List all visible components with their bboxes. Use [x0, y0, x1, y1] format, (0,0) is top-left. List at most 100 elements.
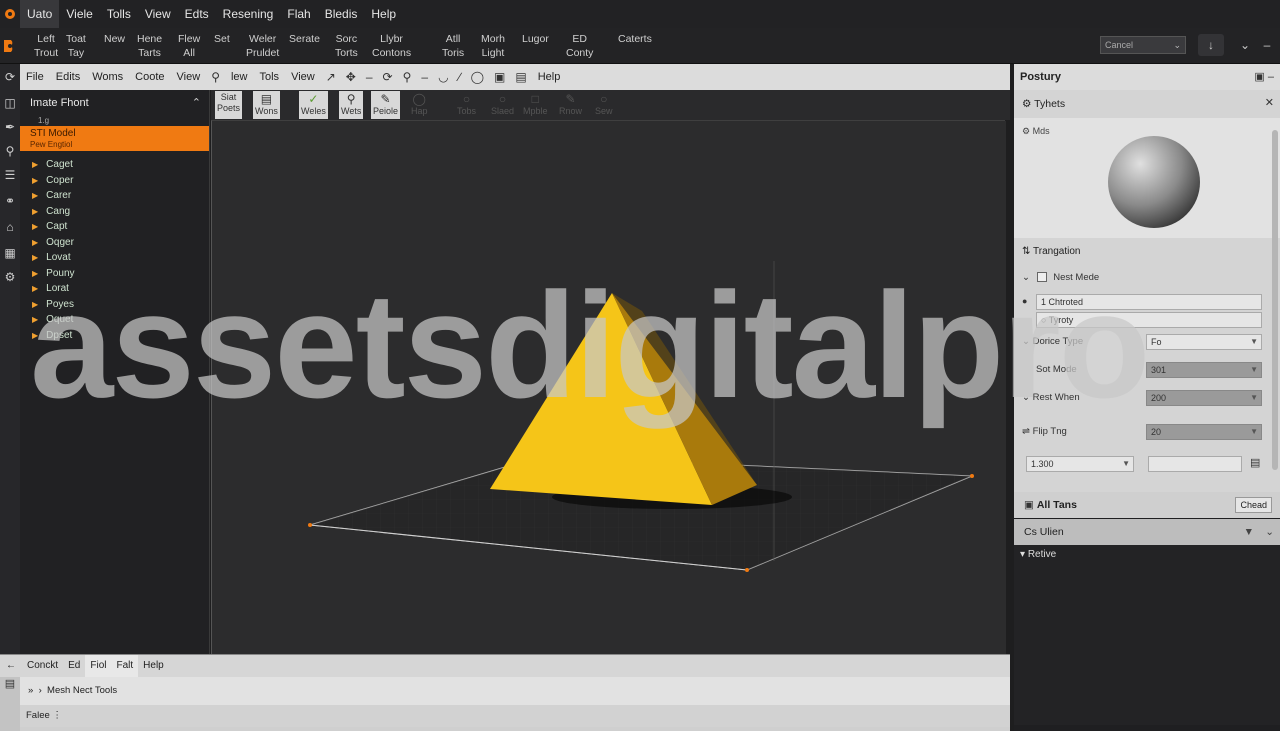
toolbar-toat-tay[interactable]: Toat Tay	[66, 32, 86, 60]
expand-arrow-icon[interactable]: ▶	[32, 160, 38, 169]
tool-siat-poets[interactable]: Siat Poets	[215, 91, 243, 119]
link-icon[interactable]: ⚭	[0, 192, 20, 210]
lock-icon[interactable]: ▣	[489, 70, 510, 84]
tool-sew[interactable]: ○ Sew	[595, 92, 613, 117]
menu-view[interactable]: View	[138, 0, 178, 28]
toolbar-morh-light[interactable]: Morh Light	[481, 32, 505, 60]
menu-edts[interactable]: Edts	[178, 0, 216, 28]
toolbar-new[interactable]: New	[104, 32, 125, 46]
outliner-item[interactable]: ▶ Capt	[20, 219, 209, 235]
minus-icon[interactable]: –	[416, 70, 433, 84]
tool-slaed[interactable]: ○ Slaed	[491, 92, 514, 117]
expand-arrow-icon[interactable]: ▶	[32, 253, 38, 262]
rest-when-select[interactable]: 200 ▼	[1146, 390, 1262, 406]
nest-mode-checkbox[interactable]	[1036, 272, 1047, 283]
menu-woms[interactable]: Woms	[86, 71, 129, 83]
outliner-item[interactable]: ▶ Poyes	[20, 297, 209, 313]
outliner-item[interactable]: ▶ Dpset	[20, 328, 209, 344]
expand-arrow-icon[interactable]: ▶	[32, 284, 38, 293]
grid-icon[interactable]: ▦	[0, 244, 20, 262]
layers-icon[interactable]: ◫	[0, 94, 20, 112]
console-line[interactable]: » › Mesh Nect Tools	[20, 677, 1010, 705]
outliner-item[interactable]: ▶ Cang	[20, 204, 209, 220]
empty-field[interactable]	[1148, 456, 1242, 472]
set-mode-select[interactable]: 301 ▼	[1146, 362, 1262, 378]
measure-icon[interactable]: ∕	[454, 70, 466, 84]
filter-icon[interactable]: ▼	[1244, 519, 1254, 545]
toolbar-weler-pruldet[interactable]: Weler Pruldet	[246, 32, 279, 60]
trash-icon[interactable]: ▤	[1250, 456, 1260, 469]
pen-tool-icon[interactable]: ✒	[0, 118, 20, 136]
tool-mpble[interactable]: □ Mpble	[523, 92, 548, 117]
toolbar-hene-tarts[interactable]: Hene Tarts	[137, 32, 162, 60]
cursor-icon[interactable]: ↗	[321, 70, 341, 84]
menu-file[interactable]: File	[20, 71, 50, 83]
menu-tols[interactable]: Tols	[254, 71, 286, 83]
device-type-select[interactable]: Fo ▼	[1146, 334, 1262, 350]
expand-arrow-icon[interactable]: ▶	[32, 331, 38, 340]
tool-rnow[interactable]: ✎ Rnow	[559, 92, 582, 117]
numeric-field[interactable]: 1.300 ▼	[1026, 456, 1134, 472]
outliner-header[interactable]: Imate Fhont ⌃	[20, 90, 209, 116]
close-icon[interactable]: ✕	[1265, 96, 1274, 109]
search-icon[interactable]: ⚲	[0, 142, 20, 160]
toolbar-ed-conty[interactable]: ED Conty	[566, 32, 593, 60]
expand-arrow-icon[interactable]: ▶	[32, 207, 38, 216]
cs-section[interactable]: Cs Ulien ▼ ⌄	[1014, 519, 1280, 545]
outliner-item[interactable]: ▶ Pouny	[20, 266, 209, 282]
menu-help-2[interactable]: Help	[532, 71, 567, 83]
dash-icon[interactable]: –	[361, 70, 378, 84]
cancel-dropdown[interactable]: Cancel ⌄	[1100, 36, 1186, 54]
expand-arrow-icon[interactable]: ▶	[32, 300, 38, 309]
panel-toggle-icon[interactable]: ▣	[1254, 71, 1264, 83]
tool-hap[interactable]: ◯ Hap	[411, 92, 428, 117]
scrollbar[interactable]	[1272, 130, 1278, 470]
expand-arrow-icon[interactable]: ▶	[32, 238, 38, 247]
outliner-item[interactable]: ▶ Coper	[20, 173, 209, 189]
menu-uato[interactable]: Uato	[20, 0, 60, 28]
outliner-item[interactable]: ▶ Oquet	[20, 312, 209, 328]
home-icon[interactable]: ⌂	[0, 218, 20, 236]
tab-fiol[interactable]: Fiol	[85, 655, 112, 677]
controlled-field[interactable]: 1 Chtroted	[1036, 294, 1262, 310]
3d-viewport[interactable]	[211, 120, 1006, 655]
minimize-icon[interactable]: –	[1268, 71, 1274, 83]
retive-row[interactable]: ▾ Retive	[1020, 549, 1056, 560]
menu-help[interactable]: Help	[364, 0, 403, 28]
tool-peiole[interactable]: ✎ Peiole	[371, 91, 401, 119]
nest-mode-row[interactable]: ⌄ Nest Mede	[1022, 272, 1280, 283]
outliner-item[interactable]: ▶ Carer	[20, 188, 209, 204]
magnify-icon[interactable]: ⚲	[398, 70, 417, 84]
image-icon[interactable]: ▤	[510, 70, 531, 84]
toolbar-lugor[interactable]: Lugor	[522, 32, 549, 46]
toolbar-flew-all[interactable]: Flew All	[178, 32, 200, 60]
toolbar-serate[interactable]: Serate	[289, 32, 320, 46]
toolbar-set[interactable]: Set	[214, 32, 230, 46]
transform-section[interactable]: ⇅ Trangation	[1022, 246, 1280, 257]
typety-field[interactable]: ○ Tyroty	[1036, 312, 1262, 328]
chevron-up-icon[interactable]: ⌃	[192, 90, 201, 116]
menu-view-3[interactable]: View	[285, 71, 321, 83]
expand-arrow-icon[interactable]: ▶	[32, 191, 38, 200]
menu-edits[interactable]: Edits	[50, 71, 86, 83]
outliner-item[interactable]: ▶ Lovat	[20, 250, 209, 266]
menu-viele[interactable]: Viele	[59, 0, 99, 28]
menu-view-2[interactable]: View	[171, 71, 207, 83]
tab-ed[interactable]: Ed	[63, 655, 85, 677]
console-side-icon[interactable]: ▤	[0, 677, 20, 731]
toolbar-caterts[interactable]: Caterts	[618, 32, 652, 46]
menu-flah[interactable]: Flah	[280, 0, 317, 28]
chevron-down-icon[interactable]: ⌄	[1265, 519, 1274, 545]
toolbar-left-trout[interactable]: Left Trout	[34, 32, 58, 60]
tab-help[interactable]: Help	[138, 655, 169, 677]
list-icon[interactable]: ☰	[0, 166, 20, 184]
back-arrow-icon[interactable]: ←	[0, 655, 22, 677]
pin-button[interactable]: ↓	[1198, 34, 1224, 56]
menu-tolls[interactable]: Tolls	[100, 0, 138, 28]
toolbar-sorc-torts[interactable]: Sorc Torts	[335, 32, 358, 60]
outliner-selected-item[interactable]: STI Model Pew Engtiol	[20, 126, 209, 151]
flip-select[interactable]: 20 ▼	[1146, 424, 1262, 440]
menu-coote[interactable]: Coote	[129, 71, 170, 83]
tool-tobs[interactable]: ○ Tobs	[457, 92, 476, 117]
outliner-item[interactable]: ▶ Oqger	[20, 235, 209, 251]
